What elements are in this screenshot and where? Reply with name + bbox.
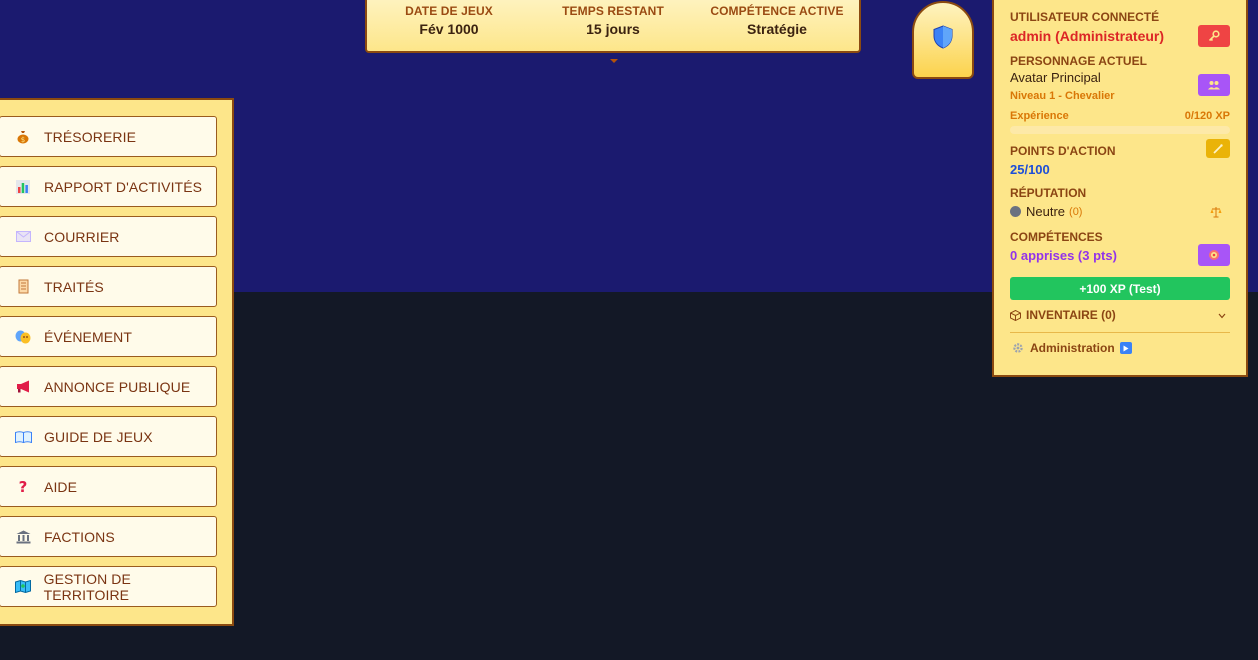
- menu-item-courrier[interactable]: COURRIER: [0, 216, 217, 257]
- reputation-row: Neutre (0): [1010, 204, 1082, 219]
- game-date-label: DATE DE JEUX: [405, 4, 493, 18]
- menu-item-annonce[interactable]: ANNONCE PUBLIQUE: [0, 366, 217, 407]
- time-remaining: TEMPS RESTANT 15 jours: [538, 4, 688, 37]
- key-icon: [1208, 30, 1220, 42]
- character-name: Avatar Principal: [1010, 70, 1101, 85]
- skills-button[interactable]: [1198, 244, 1230, 266]
- menu-item-label: RAPPORT D'ACTIVITÉS: [44, 178, 203, 195]
- xp-progress-bar: [1010, 126, 1230, 134]
- menu-item-traites[interactable]: TRAITÉS: [0, 266, 217, 307]
- game-date: DATE DE JEUX Fév 1000: [374, 4, 524, 37]
- menu-item-aide[interactable]: ? AIDE: [0, 466, 217, 507]
- menu-item-label: ÉVÉNEMENT: [44, 328, 133, 345]
- gear-icon: [1013, 343, 1023, 353]
- package-icon: [1010, 309, 1021, 321]
- map-icon: [14, 579, 32, 595]
- neutral-dot-icon: [1010, 206, 1021, 217]
- active-skill-value: Stratégie: [747, 21, 807, 37]
- time-remaining-value: 15 jours: [586, 21, 640, 37]
- chevron-down-icon: [1218, 306, 1226, 324]
- main-menu: $ TRÉSORERIE RAPPORT D'ACTIVITÉS COURRIE…: [0, 98, 234, 626]
- character-level: Niveau 1 - Chevalier: [1010, 90, 1115, 102]
- menu-item-factions[interactable]: FACTIONS: [0, 516, 217, 557]
- menu-item-label: ANNONCE PUBLIQUE: [44, 378, 191, 395]
- user-value: admin (Administrateur): [1010, 28, 1165, 44]
- menu-item-label: FACTIONS: [44, 528, 115, 545]
- action-points-label: POINTS D'ACTION: [1010, 144, 1116, 158]
- xp-label: Expérience: [1010, 110, 1069, 122]
- add-xp-test-button[interactable]: +100 XP (Test): [1010, 277, 1230, 300]
- active-skill: COMPÉTENCE ACTIVE Stratégie: [702, 4, 852, 37]
- envelope-icon: [14, 229, 32, 245]
- xp-value: 0/120 XP: [1184, 110, 1230, 122]
- logout-button[interactable]: [1198, 25, 1230, 47]
- character-label: PERSONNAGE ACTUEL: [1010, 54, 1147, 68]
- administration-label: Administration: [1030, 341, 1115, 355]
- menu-item-guide[interactable]: GUIDE DE JEUX: [0, 416, 217, 457]
- balance-scale-icon[interactable]: [1210, 205, 1222, 223]
- menu-item-label: AIDE: [44, 478, 78, 495]
- skills-value: 0 apprises (3 pts): [1010, 248, 1117, 263]
- play-icon: [1119, 342, 1132, 354]
- theater-masks-icon: [14, 329, 32, 345]
- question-mark-icon: ?: [18, 477, 28, 496]
- shield-icon: [933, 25, 953, 49]
- wand-icon: [1213, 143, 1223, 154]
- menu-item-tresorerie[interactable]: $ TRÉSORERIE: [0, 116, 217, 157]
- character-panel: UTILISATEUR CONNECTÉ admin (Administrate…: [992, 0, 1248, 377]
- scroll-icon: [14, 279, 32, 295]
- time-remaining-label: TEMPS RESTANT: [562, 4, 664, 18]
- menu-item-label: TRÉSORERIE: [44, 128, 137, 145]
- inventory-label: INVENTAIRE (0): [1026, 308, 1116, 322]
- menu-item-rapport[interactable]: RAPPORT D'ACTIVITÉS: [0, 166, 217, 207]
- action-points-button[interactable]: [1206, 139, 1230, 158]
- active-skill-label: COMPÉTENCE ACTIVE: [710, 4, 844, 18]
- shield-badge-button[interactable]: [912, 1, 974, 79]
- administration-link[interactable]: Administration: [1012, 341, 1132, 355]
- menu-item-evenement[interactable]: ÉVÉNEMENT: [0, 316, 217, 357]
- bar-chart-icon: [14, 179, 32, 195]
- menu-item-label: TRAITÉS: [44, 278, 104, 295]
- game-date-value: Fév 1000: [419, 21, 479, 37]
- reputation-label: RÉPUTATION: [1010, 186, 1087, 200]
- classical-building-icon: [14, 529, 32, 545]
- skills-label: COMPÉTENCES: [1010, 230, 1103, 244]
- user-label: UTILISATEUR CONNECTÉ: [1010, 10, 1160, 24]
- divider: [1010, 332, 1230, 333]
- reputation-value: Neutre: [1026, 204, 1066, 219]
- action-points-value: 25/100: [1010, 162, 1050, 177]
- money-bag-icon: $: [14, 129, 32, 145]
- menu-item-territoire[interactable]: GESTION DE TERRITOIRE: [0, 566, 217, 607]
- users-icon: [1208, 81, 1220, 90]
- reputation-count: (0): [1069, 205, 1083, 218]
- inventory-toggle[interactable]: INVENTAIRE (0): [1010, 306, 1230, 324]
- megaphone-icon: [14, 379, 32, 395]
- caret-down-icon[interactable]: [610, 59, 618, 63]
- svg-text:$: $: [21, 136, 25, 144]
- game-info-bar: DATE DE JEUX Fév 1000 TEMPS RESTANT 15 j…: [365, 0, 861, 53]
- menu-item-label: GUIDE DE JEUX: [44, 428, 153, 445]
- target-icon: [1209, 250, 1219, 260]
- menu-item-label: GESTION DE TERRITOIRE: [43, 570, 131, 603]
- menu-item-label: COURRIER: [44, 228, 120, 245]
- open-book-icon: [14, 429, 32, 445]
- switch-character-button[interactable]: [1198, 74, 1230, 96]
